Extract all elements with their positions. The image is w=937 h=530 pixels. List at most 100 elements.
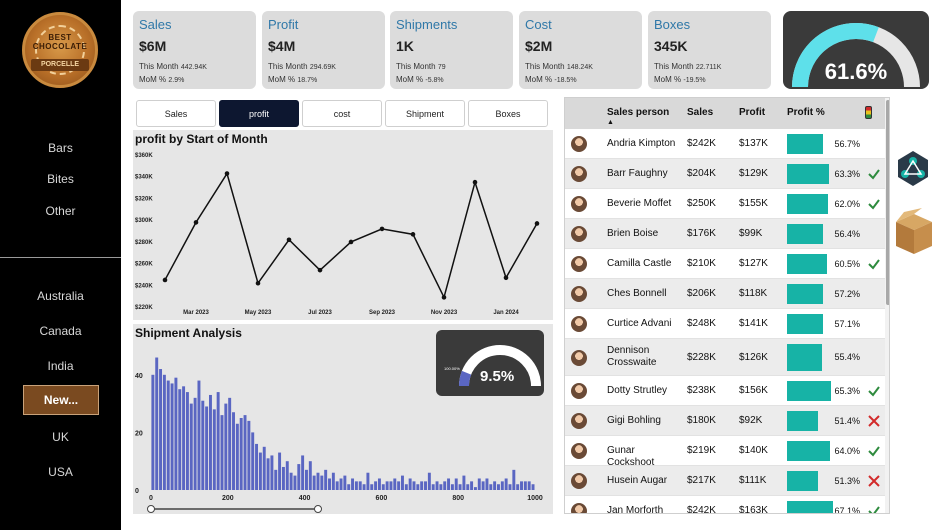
sidebar-item-uk[interactable]: UK xyxy=(0,430,121,444)
histogram-bar[interactable] xyxy=(443,481,447,490)
histogram-bar[interactable] xyxy=(389,481,393,490)
histogram-bar[interactable] xyxy=(427,472,431,490)
tab-shipment[interactable]: Shipment xyxy=(385,100,465,127)
histogram-bar[interactable] xyxy=(174,377,178,490)
histogram-bar[interactable] xyxy=(266,458,270,490)
histogram-bar[interactable] xyxy=(235,423,239,490)
histogram-bar[interactable] xyxy=(178,389,182,490)
histogram-bar[interactable] xyxy=(193,397,197,490)
chart-network-icon[interactable] xyxy=(893,148,933,188)
histogram-bar[interactable] xyxy=(339,478,343,490)
tab-sales[interactable]: Sales xyxy=(136,100,216,127)
histogram-bar[interactable] xyxy=(508,484,512,490)
histogram-bar[interactable] xyxy=(170,383,174,490)
data-point[interactable] xyxy=(286,237,292,243)
histogram-bar[interactable] xyxy=(305,469,308,490)
histogram-bar[interactable] xyxy=(270,455,274,490)
table-row[interactable]: Jan Morforth $242K $163K 67.1% xyxy=(565,496,885,513)
histogram-bar[interactable] xyxy=(374,481,378,490)
histogram-bar[interactable] xyxy=(493,481,497,490)
data-point[interactable] xyxy=(317,267,323,273)
data-point[interactable] xyxy=(441,295,447,300)
histogram-bar[interactable] xyxy=(408,478,412,490)
histogram-bar[interactable] xyxy=(289,472,293,490)
histogram-bar[interactable] xyxy=(477,478,481,490)
histogram-bar[interactable] xyxy=(516,484,520,490)
histogram-bar[interactable] xyxy=(201,400,205,490)
histogram-bar[interactable] xyxy=(404,484,408,490)
histogram-bar[interactable] xyxy=(343,475,347,490)
sidebar-item-new-zealand[interactable]: New... xyxy=(23,385,99,415)
data-point[interactable] xyxy=(348,239,354,245)
histogram-bar[interactable] xyxy=(151,374,155,490)
histogram-bar[interactable] xyxy=(205,406,209,490)
histogram-bar[interactable] xyxy=(531,484,535,490)
histogram-bar[interactable] xyxy=(481,481,485,490)
histogram-bar[interactable] xyxy=(512,469,516,490)
histogram-bar[interactable] xyxy=(397,481,401,490)
histogram-bar[interactable] xyxy=(166,380,170,490)
histogram-bar[interactable] xyxy=(485,478,489,490)
tab-profit[interactable]: profit xyxy=(219,100,299,127)
histogram-bar[interactable] xyxy=(331,472,335,490)
histogram-bar[interactable] xyxy=(473,487,477,490)
histogram-bar[interactable] xyxy=(232,412,235,490)
data-point[interactable] xyxy=(503,275,509,281)
histogram-bar[interactable] xyxy=(162,374,166,490)
histogram-bar[interactable] xyxy=(527,481,531,490)
col-profit[interactable]: Profit xyxy=(739,107,765,118)
histogram-bar[interactable] xyxy=(220,415,224,490)
sidebar-item-india[interactable]: India xyxy=(0,359,121,373)
histogram-bar[interactable] xyxy=(285,461,289,490)
table-row[interactable]: Dennison Crosswaite $228K $126K 55.4% xyxy=(565,339,885,376)
histogram-bar[interactable] xyxy=(424,481,427,490)
histogram-bar[interactable] xyxy=(358,481,362,490)
sidebar-item-usa[interactable]: USA xyxy=(0,465,121,479)
histogram-bar[interactable] xyxy=(466,484,470,490)
table-row[interactable]: Barr Faughny $204K $129K 63.3% xyxy=(565,159,885,189)
table-scroll-thumb[interactable] xyxy=(886,100,889,305)
box-icon[interactable] xyxy=(892,208,936,260)
histogram-bar[interactable] xyxy=(212,409,216,490)
histogram-bar[interactable] xyxy=(197,380,201,490)
histogram-bar[interactable] xyxy=(381,484,385,490)
table-row[interactable]: Ches Bonnell $206K $118K 57.2% xyxy=(565,279,885,309)
table-row[interactable]: Andria Kimpton $242K $137K 56.7% xyxy=(565,129,885,159)
histogram-bar[interactable] xyxy=(401,475,404,490)
histogram-bar[interactable] xyxy=(255,443,259,490)
histogram-bar[interactable] xyxy=(281,466,285,490)
histogram-bar[interactable] xyxy=(347,484,351,490)
col-profit-pct[interactable]: Profit % xyxy=(787,107,825,118)
histogram-bar[interactable] xyxy=(335,481,339,490)
histogram-bar[interactable] xyxy=(297,464,301,490)
histogram-bar[interactable] xyxy=(412,481,416,490)
histogram-bar[interactable] xyxy=(301,455,305,490)
col-sales-person[interactable]: Sales person xyxy=(607,107,669,118)
table-row[interactable]: Curtice Advani $248K $141K 57.1% xyxy=(565,309,885,339)
tab-boxes[interactable]: Boxes xyxy=(468,100,548,127)
histogram-bar[interactable] xyxy=(489,484,493,490)
histogram-bar[interactable] xyxy=(324,469,328,490)
histogram-bar[interactable] xyxy=(431,484,435,490)
range-slider-handle-max[interactable] xyxy=(314,505,322,513)
histogram-bar[interactable] xyxy=(251,432,255,490)
table-row[interactable]: Camilla Castle $210K $127K 60.5% xyxy=(565,249,885,279)
histogram-bar[interactable] xyxy=(351,478,355,490)
histogram-bar[interactable] xyxy=(189,403,193,490)
histogram-bar[interactable] xyxy=(316,472,320,490)
histogram-bar[interactable] xyxy=(155,357,159,490)
histogram-bar[interactable] xyxy=(393,478,397,490)
histogram-bar[interactable] xyxy=(447,478,451,490)
histogram-bar[interactable] xyxy=(209,394,212,490)
histogram-bar[interactable] xyxy=(520,481,523,490)
table-row[interactable]: Dotty Strutley $238K $156K 65.3% xyxy=(565,376,885,406)
data-point[interactable] xyxy=(410,232,416,237)
sidebar-item-australia[interactable]: Australia xyxy=(0,289,121,303)
histogram-bar[interactable] xyxy=(523,481,527,490)
histogram-bar[interactable] xyxy=(500,481,504,490)
histogram-bar[interactable] xyxy=(416,484,420,490)
histogram-bar[interactable] xyxy=(370,484,374,490)
sort-icon[interactable]: ▲ xyxy=(607,119,614,126)
histogram-bar[interactable] xyxy=(293,475,297,490)
histogram-bar[interactable] xyxy=(366,472,370,490)
